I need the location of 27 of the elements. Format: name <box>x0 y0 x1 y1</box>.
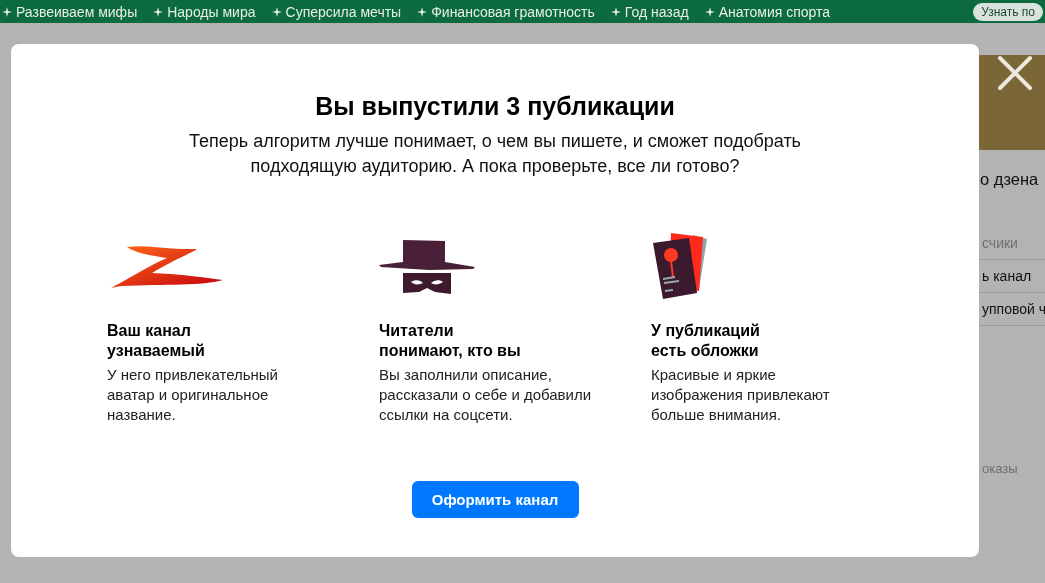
masked-hat-icon <box>379 240 477 294</box>
topic-link[interactable]: Народы мира <box>153 3 256 20</box>
sparkle-icon <box>271 6 282 17</box>
feature-title: Читатели понимают, кто вы <box>379 321 521 361</box>
setup-channel-button[interactable]: Оформить канал <box>411 481 579 518</box>
sparkle-icon <box>610 6 621 17</box>
rail-caption: оказы <box>981 460 1019 476</box>
sparkle-icon <box>704 6 715 17</box>
dialog-subtitle: Теперь алгоритм лучше понимает, о чем вы пишете, и сможет подобрать подходящую аудиторию. А пока проверьте, все ли готово? <box>189 130 801 178</box>
topic-link[interactable]: Анатомия спорта <box>704 3 831 20</box>
rail-heading: о дзена <box>980 170 1040 189</box>
close-button[interactable] <box>997 55 1033 91</box>
learn-more-button[interactable]: Узнать по <box>973 2 1043 21</box>
feature-description: Вы заполнили описание, рассказали о себе и добавили ссылки на соцсети. <box>379 365 592 425</box>
feature-description: У него привлекательный аватар и оригинальное название. <box>107 365 278 425</box>
topic-link[interactable]: Год назад <box>610 3 689 20</box>
topic-link[interactable]: Финансовая грамотность <box>417 3 595 20</box>
topic-link[interactable]: Суперсила мечты <box>271 3 402 20</box>
feature-title: У публикаций есть обложки <box>651 321 760 361</box>
close-icon <box>997 55 1033 91</box>
feature-title: Ваш канал узнаваемый <box>107 321 205 361</box>
sparkle-icon <box>2 6 12 17</box>
sparkle-icon <box>153 6 164 17</box>
dialog-title: Вы выпустили 3 публикации <box>315 92 675 121</box>
sparkle-icon <box>417 6 428 17</box>
feature-description: Красивые и яркие изображения привлекают больше внимания. <box>651 365 830 425</box>
topic-link[interactable]: Развеиваем мифы <box>2 3 138 20</box>
